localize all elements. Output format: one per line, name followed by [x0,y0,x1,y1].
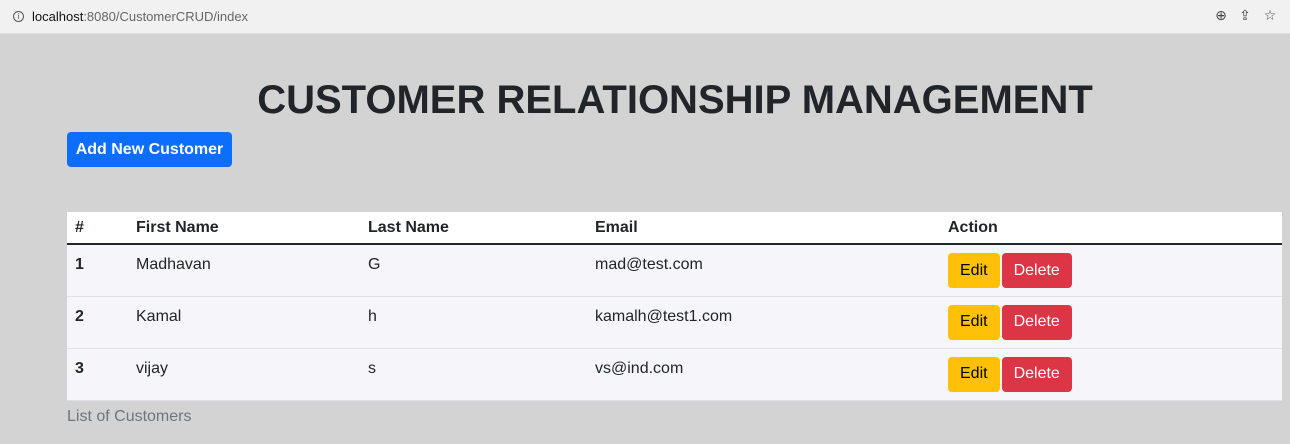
header-number: # [67,212,128,245]
header-first-name: First Name [128,212,360,245]
url-path: :8080/CustomerCRUD/index [83,9,249,24]
table-row: 1 Madhavan G mad@test.com Edit Delete [67,244,1282,297]
url-field[interactable]: localhost:8080/CustomerCRUD/index [32,9,248,24]
url-host: localhost [32,9,84,24]
row-email: vs@ind.com [595,359,684,377]
row-email: mad@test.com [595,256,703,273]
edit-button[interactable]: Edit [948,304,1000,340]
page-title: CUSTOMER RELATIONSHIP MANAGEMENT [257,78,1093,122]
row-last-name: h [368,307,377,325]
table-row: 3 vijay s vs@ind.com Edit Delete [67,348,1282,401]
header-email: Email [587,212,940,245]
share-icon[interactable]: ⇪ [1237,8,1253,24]
info-icon[interactable]: i [13,11,24,22]
row-last-name: G [368,256,381,273]
browser-address-bar: i localhost:8080/CustomerCRUD/index ⊕ ⇪ … [0,0,1290,34]
table-row: 2 Kamal h kamalh@test1.com Edit Delete [67,296,1282,349]
row-last-name: s [368,359,376,377]
row-id: 2 [75,307,84,325]
edit-button[interactable]: Edit [948,356,1000,392]
header-last-name: Last Name [360,212,587,245]
table-caption: List of Customers [67,408,192,425]
row-id: 1 [75,256,84,273]
delete-button[interactable]: Delete [1001,253,1072,288]
zoom-icon[interactable]: ⊕ [1213,8,1229,24]
customer-table: # First Name Last Name Email Action 1 Ma… [67,212,1282,401]
row-first-name: Kamal [136,307,182,325]
row-email: kamalh@test1.com [595,307,733,325]
row-first-name: Madhavan [136,256,211,273]
table-header-row: # First Name Last Name Email Action [67,212,1282,245]
delete-button[interactable]: Delete [1001,304,1072,340]
add-new-customer-button[interactable]: Add New Customer [67,132,232,167]
header-action: Action [940,212,1282,245]
row-id: 3 [75,359,84,377]
delete-button[interactable]: Delete [1001,356,1072,392]
star-icon[interactable]: ☆ [1262,8,1278,24]
row-first-name: vijay [136,359,169,377]
edit-button[interactable]: Edit [948,253,1000,288]
